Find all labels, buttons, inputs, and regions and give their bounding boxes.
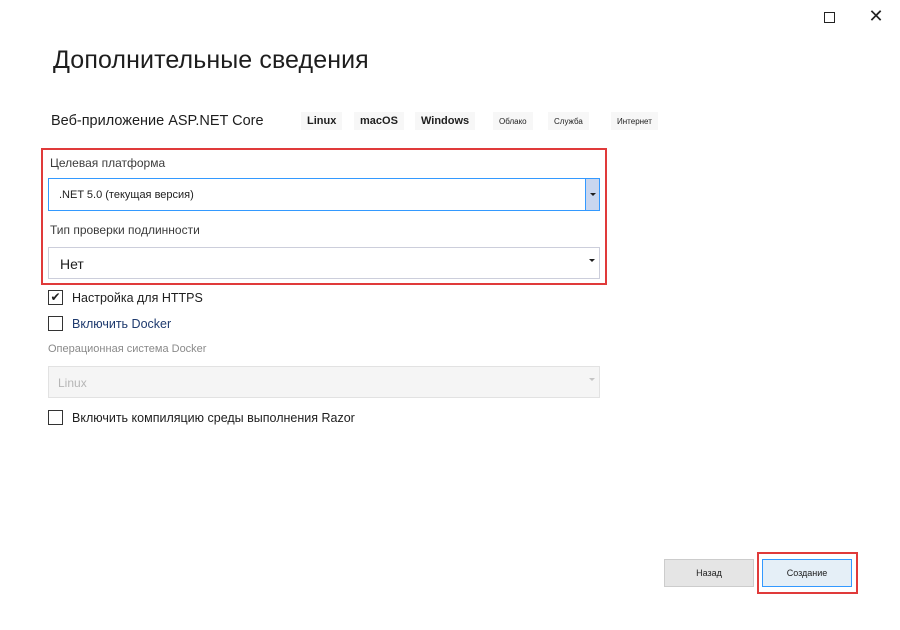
auth-select-value: Нет	[60, 256, 84, 272]
razor-option[interactable]: Включить компиляцию среды выполнения Raz…	[48, 410, 355, 425]
maximize-icon	[823, 11, 835, 23]
docker-checkbox[interactable]	[48, 316, 63, 331]
docker-checkbox-label: Включить Docker	[72, 316, 172, 331]
framework-select-value: .NET 5.0 (текущая версия)	[59, 189, 194, 201]
tag-service: Служба	[548, 112, 589, 130]
tag-windows: Windows	[415, 112, 476, 130]
razor-checkbox-label: Включить компиляцию среды выполнения Raz…	[72, 410, 355, 425]
project-template-row: Веб-приложение ASP.NET Core Linux macOS …	[51, 112, 671, 132]
framework-label: Целевая платформа	[50, 156, 166, 170]
project-template-name: Веб-приложение ASP.NET Core	[51, 113, 264, 129]
tag-web: Интернет	[611, 112, 658, 130]
docker-os-dropdown-button[interactable]	[589, 378, 595, 399]
docker-os-select-value: Linux	[58, 376, 87, 390]
auth-select[interactable]: Нет	[48, 247, 600, 279]
tag-linux: Linux	[301, 112, 343, 130]
docker-os-select[interactable]: Linux	[48, 366, 600, 398]
docker-option[interactable]: Включить Docker	[48, 316, 171, 331]
framework-select[interactable]: .NET 5.0 (текущая версия)	[48, 178, 600, 211]
maximize-button[interactable]	[818, 6, 840, 28]
razor-checkbox[interactable]	[48, 410, 63, 425]
chevron-down-icon	[589, 193, 596, 196]
framework-dropdown-button[interactable]	[585, 179, 599, 210]
chevron-down-icon	[589, 378, 595, 398]
https-option[interactable]: ✔ Настройка для HTTPS	[48, 290, 203, 305]
https-checkbox-label: Настройка для HTTPS	[72, 290, 203, 305]
back-button[interactable]: Назад	[664, 559, 754, 587]
tag-cloud: Облако	[493, 112, 533, 130]
create-button[interactable]: Создание	[762, 559, 852, 587]
docker-os-label: Операционная система Docker	[48, 343, 207, 355]
auth-label: Тип проверки подлинности	[50, 223, 200, 237]
auth-dropdown-button[interactable]	[589, 259, 595, 280]
checkmark-icon: ✔	[50, 290, 61, 304]
chevron-down-icon	[589, 259, 595, 279]
tag-macos: macOS	[354, 112, 404, 130]
https-checkbox[interactable]: ✔	[48, 290, 63, 305]
close-button[interactable]: ✕	[865, 6, 887, 28]
page-title: Дополнительные сведения	[53, 46, 369, 74]
close-icon: ✕	[868, 6, 884, 27]
